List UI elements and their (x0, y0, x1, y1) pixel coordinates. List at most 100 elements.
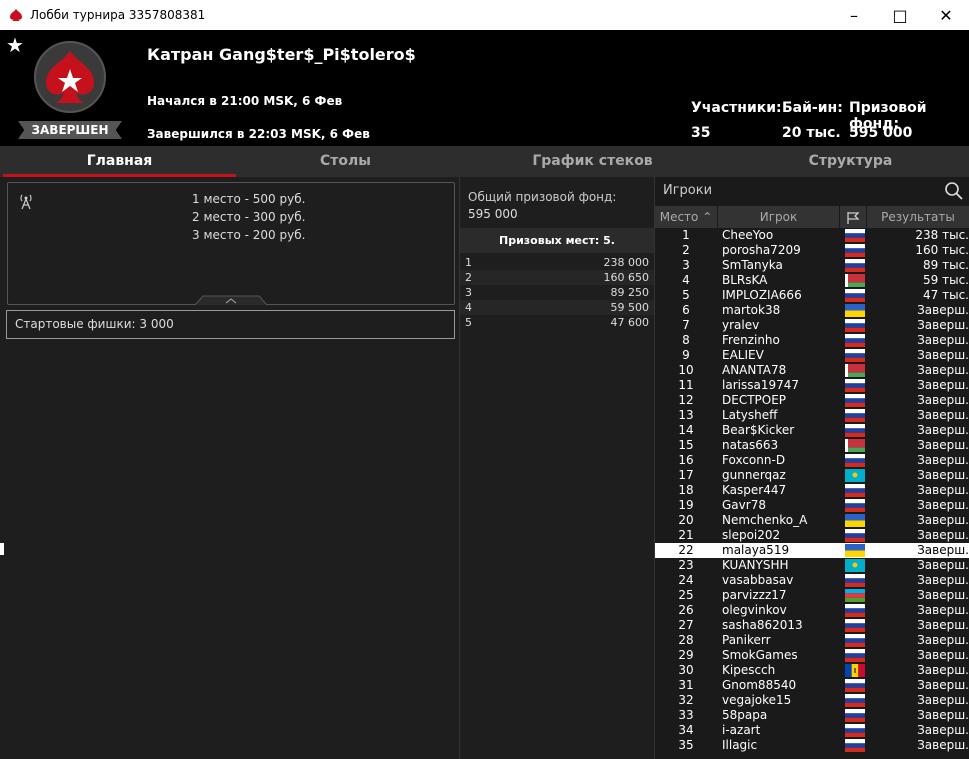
prize-places-header: Призовых мест: 5. (460, 228, 654, 253)
country-flag-icon (845, 319, 865, 332)
player-result: Заверш. (917, 333, 969, 347)
player-row[interactable]: 9 EALIEV Заверш. (655, 348, 969, 363)
player-row[interactable]: 14 Bear$Kicker Заверш. (655, 423, 969, 438)
player-name: olegvinkov (722, 603, 787, 617)
player-place: 31 (678, 678, 694, 692)
prize-row: 5 47 600 (460, 315, 654, 330)
player-result: Заверш. (917, 393, 969, 407)
players-title: Игроки (663, 183, 713, 198)
player-result: Заверш. (917, 723, 969, 737)
player-place: 18 (678, 483, 694, 497)
country-flag-icon (845, 439, 865, 452)
tab-stack-chart[interactable]: График стеков (480, 146, 705, 177)
player-row[interactable]: 24 vasabbasav Заверш. (655, 573, 969, 588)
country-flag-icon (845, 364, 865, 377)
buyin-label: Бай-ин: (782, 100, 843, 116)
tab-structure[interactable]: Структура (735, 146, 966, 177)
country-flag-icon (845, 259, 865, 272)
column-flag[interactable] (840, 206, 866, 228)
player-place: 10 (678, 363, 694, 377)
player-row[interactable]: 12 DECTPOEP Заверш. (655, 393, 969, 408)
resize-handle[interactable] (0, 543, 4, 555)
player-name: porosha7209 (722, 243, 801, 257)
player-result: Заверш. (917, 528, 969, 542)
country-flag-icon (845, 484, 865, 497)
player-row[interactable]: 13 Latysheff Заверш. (655, 408, 969, 423)
minimize-button[interactable]: – (831, 0, 877, 30)
column-place[interactable]: Место ⌃ (655, 206, 717, 228)
player-result: 160 тыс. (915, 243, 969, 257)
player-result: Заверш. (917, 438, 969, 452)
player-row[interactable]: 34 i-azart Заверш. (655, 723, 969, 738)
close-button[interactable]: ✕ (923, 0, 969, 30)
player-row[interactable]: 15 natas663 Заверш. (655, 438, 969, 453)
column-results[interactable]: Результаты (867, 206, 969, 228)
player-row[interactable]: 23 KUANYSHH Заверш. (655, 558, 969, 573)
player-row[interactable]: 17 gunnerqaz Заверш. (655, 468, 969, 483)
player-row[interactable]: 5 IMPLOZIA666 47 тыс. (655, 288, 969, 303)
player-result: Заверш. (917, 318, 969, 332)
player-row[interactable]: 8 Frenzinho Заверш. (655, 333, 969, 348)
collapse-handle[interactable] (195, 295, 267, 306)
prize-row: 4 59 500 (460, 300, 654, 315)
player-row[interactable]: 22 malaya519 Заверш. (655, 543, 969, 558)
tab-tables[interactable]: Столы (236, 146, 455, 177)
player-name: SmokGames (722, 648, 798, 662)
player-name: Bear$Kicker (722, 423, 795, 437)
search-icon[interactable] (944, 181, 964, 201)
player-row[interactable]: 2 porosha7209 160 тыс. (655, 243, 969, 258)
starting-chips-value: 3 000 (139, 317, 174, 331)
player-row[interactable]: 26 olegvinkov Заверш. (655, 603, 969, 618)
player-result: Заверш. (917, 588, 969, 602)
prize-place: 5 (465, 316, 472, 329)
player-row[interactable]: 27 sasha862013 Заверш. (655, 618, 969, 633)
player-row[interactable]: 10 ANANTA78 Заверш. (655, 363, 969, 378)
country-flag-icon (845, 739, 865, 752)
country-flag-icon (845, 274, 865, 287)
player-name: EALIEV (722, 348, 764, 362)
player-row[interactable]: 1 CheeYoo 238 тыс. (655, 228, 969, 243)
player-row[interactable]: 21 slepoi202 Заверш. (655, 528, 969, 543)
player-row[interactable]: 6 martok38 Заверш. (655, 303, 969, 318)
player-row[interactable]: 4 BLRsKA 59 тыс. (655, 273, 969, 288)
player-row[interactable]: 16 Foxconn-D Заверш. (655, 453, 969, 468)
prize-row: 1 238 000 (460, 255, 654, 270)
player-name: Gnom88540 (722, 678, 797, 692)
player-result: Заверш. (917, 483, 969, 497)
country-flag-icon (845, 394, 865, 407)
player-row[interactable]: 3 SmTanyka 89 тыс. (655, 258, 969, 273)
country-flag-icon (845, 559, 865, 572)
player-row[interactable]: 28 Panikerr Заверш. (655, 633, 969, 648)
country-flag-icon (845, 724, 865, 737)
player-row[interactable]: 35 Illagic Заверш. (655, 738, 969, 753)
player-place: 11 (678, 378, 694, 392)
player-row[interactable]: 11 larissa19747 Заверш. (655, 378, 969, 393)
maximize-button[interactable]: □ (877, 0, 923, 30)
player-row[interactable]: 30 Kipescch Заверш. (655, 663, 969, 678)
player-row[interactable]: 18 Kasper447 Заверш. (655, 483, 969, 498)
player-place: 14 (678, 423, 694, 437)
player-row[interactable]: 19 Gavr78 Заверш. (655, 498, 969, 513)
player-result: Заверш. (917, 543, 969, 557)
player-row[interactable]: 29 SmokGames Заверш. (655, 648, 969, 663)
player-row[interactable]: 32 vegajoke15 Заверш. (655, 693, 969, 708)
player-place: 27 (678, 618, 694, 632)
player-row[interactable]: 33 58papa Заверш. (655, 708, 969, 723)
player-name: Illagic (722, 738, 758, 752)
player-place: 17 (678, 468, 694, 482)
player-result: 59 тыс. (923, 273, 969, 287)
player-result: Заверш. (917, 348, 969, 362)
column-player[interactable]: Игрок (718, 206, 839, 228)
player-row[interactable]: 20 Nemchenko_A Заверш. (655, 513, 969, 528)
total-prizepool-label: Общий призовой фонд: (468, 190, 617, 204)
favorite-star-icon[interactable]: ★ (6, 33, 24, 57)
player-row[interactable]: 7 yralev Заверш. (655, 318, 969, 333)
prize-amount: 160 650 (603, 271, 650, 284)
player-place: 34 (678, 723, 694, 737)
tab-main[interactable]: Главная (3, 146, 236, 177)
player-row[interactable]: 31 Gnom88540 Заверш. (655, 678, 969, 693)
player-row[interactable]: 25 parvizzz17 Заверш. (655, 588, 969, 603)
player-name: Latysheff (722, 408, 778, 422)
country-flag-icon (845, 289, 865, 302)
player-name: Foxconn-D (722, 453, 786, 467)
